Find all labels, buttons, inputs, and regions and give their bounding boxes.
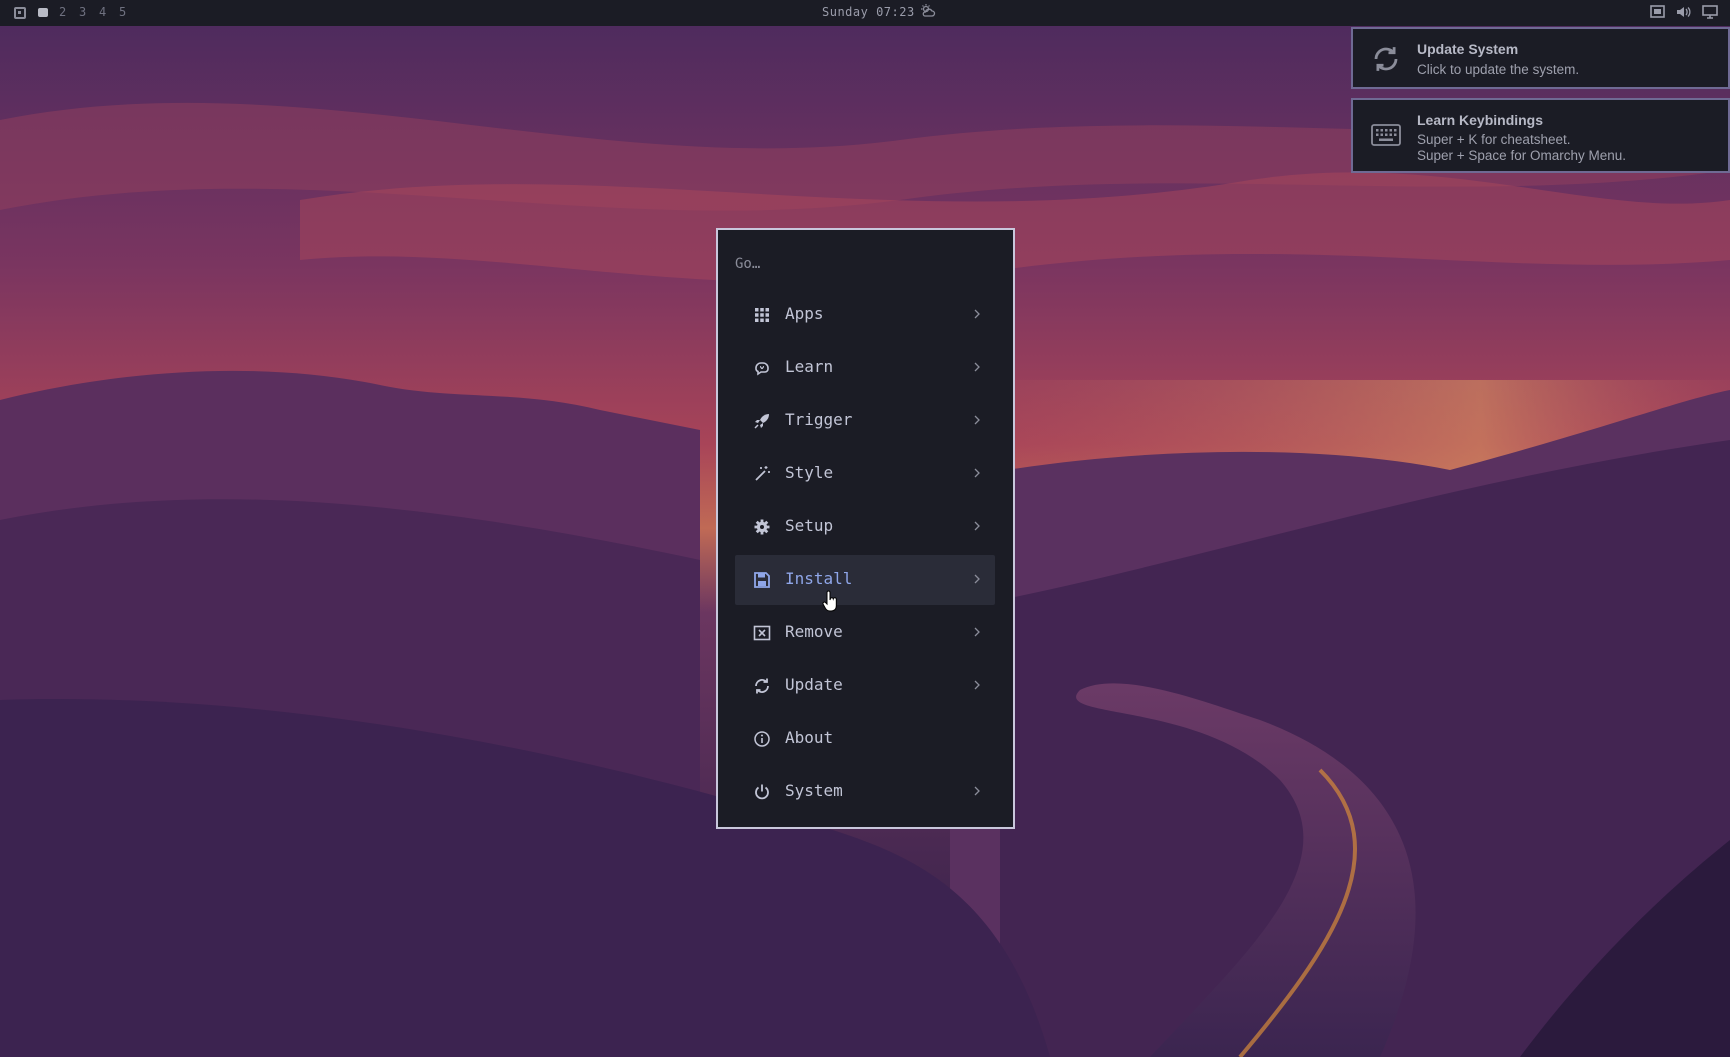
menu-item-label: Learn xyxy=(785,357,834,376)
workspace-5[interactable]: 5 xyxy=(119,6,139,19)
brain-icon xyxy=(755,362,769,376)
chevron-right-icon xyxy=(974,521,980,531)
notification-body: Super + K for cheatsheet. Super + Space … xyxy=(1417,132,1626,164)
app-launcher-icon[interactable] xyxy=(14,6,26,19)
workspace-3[interactable]: 3 xyxy=(79,6,99,19)
remove-box-icon xyxy=(753,625,771,641)
menu-item-apps[interactable]: Apps xyxy=(735,290,995,340)
notification-body-line: Super + K for cheatsheet. xyxy=(1417,132,1571,147)
power-icon xyxy=(755,784,769,800)
menu-item-label: Apps xyxy=(785,304,824,323)
menu-item-list: Apps Learn Trigger Style Setup Install R… xyxy=(735,290,995,820)
menu-item-install[interactable]: Install xyxy=(735,555,995,605)
chevron-right-icon xyxy=(974,468,980,478)
grid-icon xyxy=(755,308,769,322)
menu-item-system[interactable]: System xyxy=(735,767,995,817)
hand-pointer-cursor-icon xyxy=(822,590,837,612)
magic-wand-icon xyxy=(755,466,770,481)
chevron-right-icon xyxy=(974,415,980,425)
chevron-right-icon xyxy=(974,786,980,796)
gear-icon xyxy=(754,519,770,535)
chevron-right-icon xyxy=(974,680,980,690)
notification-body: Click to update the system. xyxy=(1417,62,1580,77)
refresh-icon xyxy=(1374,47,1398,71)
display-icon[interactable] xyxy=(1702,5,1718,19)
notification-body-line: Super + Space for Omarchy Menu. xyxy=(1417,148,1626,163)
workspace-4[interactable]: 4 xyxy=(99,6,119,19)
keyboard-icon xyxy=(1371,124,1401,146)
menu-item-label: Install xyxy=(785,569,853,588)
system-tray xyxy=(1650,5,1718,19)
menu-item-label: Setup xyxy=(785,516,834,535)
menu-item-label: About xyxy=(785,728,834,747)
screen-record-icon[interactable] xyxy=(1650,5,1666,19)
volume-icon[interactable] xyxy=(1676,5,1692,19)
floppy-icon xyxy=(754,572,770,588)
menu-item-about[interactable]: About xyxy=(735,714,995,764)
menu-item-remove[interactable]: Remove xyxy=(735,608,995,658)
menu-item-learn[interactable]: Learn xyxy=(735,343,995,393)
notification-title: Learn Keybindings xyxy=(1417,112,1544,128)
clock[interactable]: Sunday 07:23 xyxy=(822,5,915,19)
notification-update-system[interactable]: Update System Click to update the system… xyxy=(1351,27,1730,89)
chevron-right-icon xyxy=(974,627,980,637)
workspace-active-indicator[interactable] xyxy=(38,8,48,17)
workspace-2[interactable]: 2 xyxy=(59,6,79,19)
chevron-right-icon xyxy=(974,362,980,372)
chevron-right-icon xyxy=(974,309,980,319)
cloud-sun-icon xyxy=(921,4,936,17)
chevron-right-icon xyxy=(974,574,980,584)
omarchy-menu: Apps Learn Trigger Styl xyxy=(716,228,1015,829)
menu-item-label: Style xyxy=(785,463,834,482)
workspace-switcher: 2 3 4 5 xyxy=(14,6,139,19)
menu-item-setup[interactable]: Setup xyxy=(735,502,995,552)
menu-item-label: Trigger xyxy=(785,410,853,429)
notification-title: Update System xyxy=(1417,41,1519,57)
top-bar: 2 3 4 5 Sunday 07:23 xyxy=(0,0,1730,26)
menu-item-trigger[interactable]: Trigger xyxy=(735,396,995,446)
menu-item-label: System xyxy=(785,781,843,800)
notification-learn-keybindings[interactable]: Learn Keybindings Super + K for cheatshe… xyxy=(1351,98,1730,173)
menu-item-update[interactable]: Update xyxy=(735,661,995,711)
menu-item-label: Remove xyxy=(785,622,843,641)
menu-item-label: Update xyxy=(785,675,843,694)
info-icon xyxy=(754,731,770,747)
menu-search-input[interactable] xyxy=(735,256,985,272)
refresh-icon xyxy=(755,678,769,694)
rocket-icon xyxy=(754,414,769,429)
menu-item-style[interactable]: Style xyxy=(735,449,995,499)
